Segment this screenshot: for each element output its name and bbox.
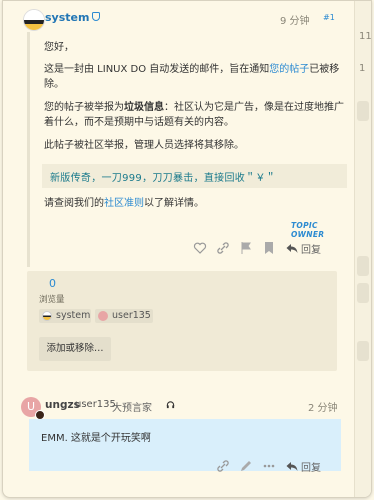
sidebar-chip[interactable]	[357, 341, 369, 361]
post-handle[interactable]: user135	[75, 399, 116, 410]
avatar	[98, 311, 108, 321]
topic-frame: 11 1 system 9 分钟 #1 您好， 这是一封由 LINUX DO 自…	[2, 0, 372, 498]
link-icon[interactable]	[216, 241, 230, 255]
post-actions: 回复	[17, 457, 347, 475]
reply-icon[interactable]	[285, 459, 299, 473]
shield-icon	[92, 12, 100, 21]
topic-map: 0 浏览量 system user135 添加或移除…	[27, 271, 337, 371]
sidebar-chip[interactable]	[357, 256, 369, 276]
post-time[interactable]: 9 分钟	[280, 12, 310, 27]
topic-owner-badge: TOPIC OWNER	[291, 221, 325, 239]
post-link[interactable]: 您的帖子	[269, 64, 309, 75]
paragraph-action: 此帖子被社区举报，管理人员选择将其移除。	[44, 140, 244, 151]
user-title: 大预言家	[112, 403, 152, 414]
right-sidebar: 11 1	[354, 1, 371, 497]
paragraph-reason: 您的帖子被举报为垃圾信息：社区认为它是广告，像是在过度地推广着什么，而不是预期中…	[44, 102, 344, 128]
views-count: 0	[49, 277, 56, 290]
greeting-text: 您好，	[44, 42, 74, 53]
paragraph-guidelines: 请查阅我们的社区准则以了解详情。	[44, 198, 204, 209]
avatar	[42, 311, 52, 321]
flag-icon[interactable]	[239, 241, 253, 255]
link-icon[interactable]	[216, 459, 230, 473]
add-remove-button[interactable]: 添加或移除…	[39, 337, 111, 361]
sidebar-chip[interactable]	[357, 283, 369, 303]
participant-chip[interactable]: system	[39, 309, 91, 323]
guidelines-link[interactable]: 社区准则	[104, 198, 144, 209]
post-username[interactable]: system	[45, 11, 89, 24]
post-number[interactable]: #1	[323, 13, 335, 22]
sidebar-number: 11	[359, 31, 372, 42]
avatar[interactable]	[23, 9, 45, 31]
reply-button[interactable]: 回复	[301, 241, 321, 256]
post-time[interactable]: 2 分钟	[308, 399, 338, 414]
reply-icon[interactable]	[285, 241, 299, 255]
heart-icon[interactable]	[193, 241, 207, 255]
reply-button[interactable]: 回复	[301, 459, 321, 474]
views-label: 浏览量	[39, 295, 65, 305]
post-actions: 回复	[17, 239, 347, 257]
sidebar-number: 1	[359, 63, 366, 74]
paragraph-notice: 这是一封由 LINUX DO 自动发送的邮件，旨在通知您的帖子已被移除。	[44, 64, 340, 90]
post-2: U ungzs user135 大预言家 2 分钟 EMM. 这就是个开玩笑啊 …	[17, 393, 347, 483]
quoted-content: 新版传奇，一刀999，刀刀暴击，直接回收＂￥＂	[42, 164, 347, 188]
pencil-icon[interactable]	[239, 459, 253, 473]
participant-chip[interactable]: user135	[95, 309, 153, 323]
post-text: EMM. 这就是个开玩笑啊	[41, 433, 151, 444]
sidebar-chip[interactable]	[357, 101, 369, 121]
more-icon[interactable]	[262, 459, 276, 473]
bookmark-icon[interactable]	[262, 241, 276, 255]
headphones-icon	[166, 401, 175, 409]
